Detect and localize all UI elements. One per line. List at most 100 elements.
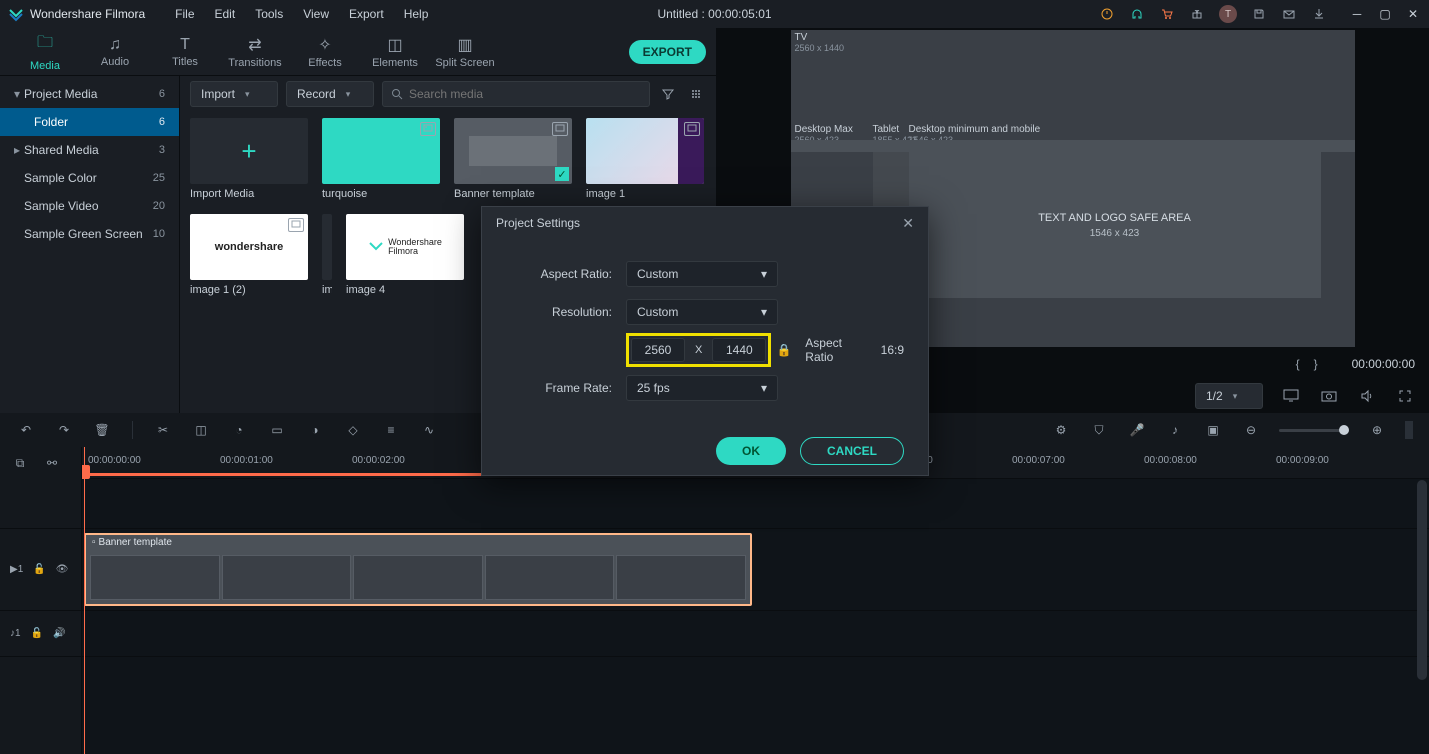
audio-track[interactable] — [82, 611, 1429, 657]
app-name: Wondershare Filmora — [30, 7, 145, 21]
download-icon[interactable] — [1311, 6, 1327, 22]
voiceover-icon[interactable]: 🎤 — [1127, 420, 1147, 440]
search-input[interactable] — [409, 87, 641, 101]
mark-out-icon[interactable]: } — [1314, 357, 1318, 371]
playhead[interactable] — [84, 447, 85, 754]
zoom-out-icon[interactable]: ⊖ — [1241, 420, 1261, 440]
export-button[interactable]: EXPORT — [629, 40, 706, 64]
lock-icon[interactable]: 🔓 — [33, 564, 45, 575]
speed-icon[interactable]: ◔ — [229, 420, 249, 440]
visibility-icon[interactable]: 👁 — [56, 564, 69, 575]
shield-icon[interactable]: ⛉ — [1089, 420, 1109, 440]
tab-elements[interactable]: ◫Elements — [360, 31, 430, 73]
zoom-dropdown[interactable]: 1/2▾ — [1195, 383, 1263, 409]
aspect-ratio-select[interactable]: Custom▾ — [626, 261, 778, 287]
timeline-link-icon[interactable]: ⚯ — [42, 453, 62, 473]
media-item[interactable]: im — [322, 214, 332, 296]
minimize-button[interactable]: ─ — [1349, 6, 1365, 22]
menu-tools[interactable]: Tools — [245, 3, 293, 25]
ok-button[interactable]: OK — [716, 437, 786, 465]
undo-icon[interactable]: ↶ — [16, 420, 36, 440]
media-import[interactable]: +Import Media — [190, 118, 308, 200]
fullscreen-icon[interactable] — [1395, 386, 1415, 406]
audio-mixer-icon[interactable]: ♪ — [1165, 420, 1185, 440]
keyframe-icon[interactable]: ◇ — [343, 420, 363, 440]
volume-icon[interactable] — [1357, 386, 1377, 406]
sidebar-sample-color[interactable]: Sample Color25 — [0, 164, 179, 192]
menu-view[interactable]: View — [293, 3, 339, 25]
sidebar-sample-video[interactable]: Sample Video20 — [0, 192, 179, 220]
audio-icon[interactable]: ∿ — [419, 420, 439, 440]
audio-track-label: ♪1 — [10, 628, 21, 639]
save-icon[interactable] — [1251, 6, 1267, 22]
mixer-icon[interactable]: ⚙ — [1051, 420, 1071, 440]
menu-help[interactable]: Help — [394, 3, 439, 25]
resolution-select[interactable]: Custom▾ — [626, 299, 778, 325]
dialog-close-button[interactable]: ✕ — [902, 215, 914, 232]
media-item[interactable]: ✓Banner template — [454, 118, 572, 200]
media-item[interactable]: image 1 — [586, 118, 704, 200]
menu-edit[interactable]: Edit — [205, 3, 246, 25]
redo-icon[interactable]: ↷ — [54, 420, 74, 440]
resolution-width-input[interactable] — [631, 338, 685, 362]
image-badge-icon — [288, 218, 304, 232]
cut-icon[interactable]: ✂ — [153, 420, 173, 440]
mark-in-icon[interactable]: { — [1296, 357, 1300, 371]
lock-aspect-icon[interactable]: 🔒 — [775, 340, 793, 360]
timeline-layers-icon[interactable]: ⧉ — [10, 453, 30, 473]
delete-icon[interactable]: 🗑 — [92, 420, 112, 440]
framerate-select[interactable]: 25 fps▾ — [626, 375, 778, 401]
timeline-tracks[interactable]: 00:00:00:00 00:00:01:00 00:00:02:00 00:0… — [82, 447, 1429, 754]
sidebar-shared-media[interactable]: ▸Shared Media3 — [0, 136, 179, 164]
media-item[interactable]: wondershareimage 1 (2) — [190, 214, 308, 296]
cart-icon[interactable] — [1159, 6, 1175, 22]
crop-icon[interactable]: ◫ — [191, 420, 211, 440]
tab-split-screen[interactable]: ▥Split Screen — [430, 31, 500, 73]
grid-view-icon[interactable] — [686, 84, 706, 104]
tab-audio[interactable]: ♫Audio — [80, 32, 150, 72]
color-icon[interactable]: ◑ — [305, 420, 325, 440]
media-item[interactable]: WondershareFilmoraimage 4 — [346, 214, 464, 296]
media-sidebar: ▾Project Media6 Folder6 ▸Shared Media3 S… — [0, 76, 180, 413]
media-item[interactable]: turquoise — [322, 118, 440, 200]
video-track[interactable]: ▫Banner template — [82, 529, 1429, 611]
zoom-in-icon[interactable]: ⊕ — [1367, 420, 1387, 440]
record-dropdown[interactable]: Record▾ — [286, 81, 374, 107]
sidebar-project-media[interactable]: ▾Project Media6 — [0, 80, 179, 108]
tab-effects[interactable]: ✧Effects — [290, 31, 360, 73]
gift-icon[interactable] — [1189, 6, 1205, 22]
zoom-fit-icon[interactable] — [1405, 421, 1413, 439]
cancel-button[interactable]: CANCEL — [800, 437, 904, 465]
close-button[interactable]: ✕ — [1405, 6, 1421, 22]
mute-icon[interactable]: 🔊 — [53, 628, 65, 639]
snapshot-icon[interactable] — [1319, 386, 1339, 406]
chevron-down-icon: ▾ — [761, 381, 767, 395]
tab-transitions[interactable]: ⇄Transitions — [220, 31, 290, 73]
marker-icon[interactable]: ▣ — [1203, 420, 1223, 440]
menu-export[interactable]: Export — [339, 3, 394, 25]
sidebar-folder[interactable]: Folder6 — [0, 108, 179, 136]
avatar-icon[interactable]: T — [1219, 5, 1237, 23]
headphones-icon[interactable] — [1129, 6, 1145, 22]
zoom-slider[interactable] — [1279, 429, 1349, 432]
menu-file[interactable]: File — [165, 3, 204, 25]
import-dropdown[interactable]: Import▾ — [190, 81, 278, 107]
adjust-icon[interactable]: ≡ — [381, 420, 401, 440]
mail-icon[interactable] — [1281, 6, 1297, 22]
tips-icon[interactable] — [1099, 6, 1115, 22]
filter-icon[interactable] — [658, 84, 678, 104]
search-media[interactable] — [382, 81, 650, 107]
app-logo-icon — [8, 6, 24, 22]
tab-media[interactable]: 🗀Media — [10, 27, 80, 76]
sidebar-sample-green-screen[interactable]: Sample Green Screen10 — [0, 220, 179, 248]
screen-icon[interactable]: ▭ — [267, 420, 287, 440]
resolution-height-input[interactable] — [712, 338, 766, 362]
transition-icon: ⇄ — [248, 35, 261, 55]
lock-icon[interactable]: 🔓 — [31, 628, 43, 639]
text-icon: T — [180, 36, 190, 54]
scrollbar[interactable] — [1417, 480, 1427, 680]
tab-titles[interactable]: TTitles — [150, 32, 220, 72]
display-icon[interactable] — [1281, 386, 1301, 406]
maximize-button[interactable]: ▢ — [1377, 6, 1393, 22]
timeline-clip[interactable]: ▫Banner template — [84, 533, 752, 606]
